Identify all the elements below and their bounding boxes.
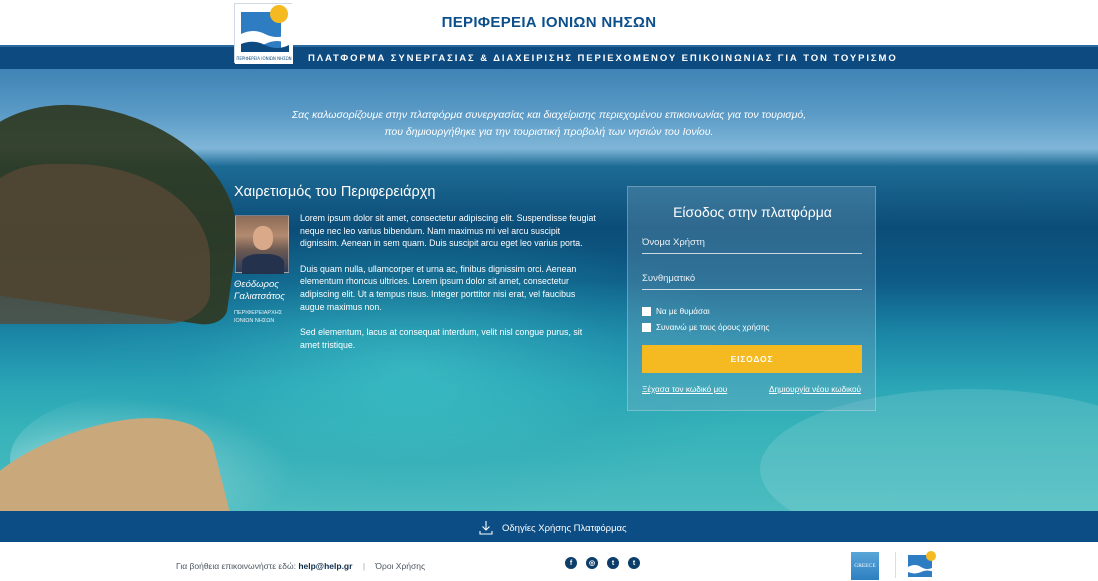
tumblr-icon[interactable]: t bbox=[628, 557, 640, 569]
forgot-password-link[interactable]: Ξέχασα τον κωδικό μου bbox=[642, 385, 727, 394]
instructions-bar: Οδηγίες Χρήσης Πλατφόρμας bbox=[0, 511, 1098, 542]
remember-me-checkbox[interactable] bbox=[642, 306, 651, 316]
password-input[interactable] bbox=[642, 268, 862, 289]
svg-text:ΠΕΡΙΦΕΡΕΙΑ ΙΟΝΙΩΝ ΝΗΣΩΝ: ΠΕΡΙΦΕΡΕΙΑ ΙΟΝΙΩΝ ΝΗΣΩΝ bbox=[236, 56, 291, 61]
facebook-icon[interactable]: f bbox=[565, 557, 577, 569]
login-title: Είσοδος στην πλατφόρμα bbox=[673, 204, 832, 220]
login-panel: Είσοδος στην πλατφόρμα Να με θυμάσαι Συν… bbox=[627, 186, 876, 411]
platform-subtitle-bar: ΠΛΑΤΦΟΡΜΑ ΣΥΝΕΡΓΑΣΙΑΣ & ΔΙΑΧΕΙΡΙΣΗΣ ΠΕΡΙ… bbox=[0, 45, 1098, 69]
region-logo-icon: ΠΕΡΙΦΕΡΕΙΑ ΙΟΝΙΩΝ ΝΗΣΩΝ bbox=[235, 4, 293, 64]
help-email-link[interactable]: help@help.gr bbox=[298, 561, 352, 571]
download-icon bbox=[479, 521, 493, 535]
instructions-label: Οδηγίες Χρήσης Πλατφόρμας bbox=[502, 522, 627, 534]
welcome-line-2: που δημιουργήθηκε για την τουριστική προ… bbox=[384, 126, 714, 138]
greece-badge[interactable]: GREECE bbox=[851, 552, 879, 580]
social-links: f ◎ t t bbox=[565, 557, 649, 569]
welcome-message: Σας καλωσορίζουμε στην πλατφόρμα συνεργα… bbox=[0, 107, 1098, 141]
governor-role: ΠΕΡΙΦΕΡΕΙΑΡΧΗΣ ΙΟΝΙΩΝ ΝΗΣΩΝ bbox=[234, 310, 283, 324]
greeting-title: Χαιρετισμός του Περιφερειάρχη bbox=[234, 184, 436, 200]
terms-link[interactable]: Όροι Χρήσης bbox=[375, 561, 425, 571]
username-input[interactable] bbox=[642, 232, 862, 253]
hero-section: Σας καλωσορίζουμε στην πλατφόρμα συνεργα… bbox=[0, 69, 1098, 511]
platform-subtitle: ΠΛΑΤΦΟΡΜΑ ΣΥΝΕΡΓΑΣΙΑΣ & ΔΙΑΧΕΙΡΙΣΗΣ ΠΕΡΙ… bbox=[308, 53, 898, 64]
footer-separator: | bbox=[362, 561, 366, 571]
help-contact: Για βοήθεια επικοινωνήστε εδώ: help@help… bbox=[176, 561, 425, 571]
remember-me-row[interactable]: Να με θυμάσαι bbox=[642, 305, 710, 317]
instructions-link[interactable]: Οδηγίες Χρήσης Πλατφόρμας bbox=[478, 520, 627, 536]
twitter-icon[interactable]: t bbox=[607, 557, 619, 569]
portrait-suit bbox=[242, 254, 284, 274]
create-new-code-link[interactable]: Δημιουργία νέου κωδικού bbox=[769, 385, 861, 394]
top-header: ΠΕΡΙΦΕΡΕΙΑ ΙΟΝΙΩΝ ΝΗΣΩΝ ΠΕΡΙΦΕΡΕΙΑ ΙΟΝΙΩ… bbox=[0, 0, 1098, 64]
greeting-body: Lorem ipsum dolor sit amet, consectetur … bbox=[300, 212, 596, 364]
login-button[interactable]: ΕΙΣΟΔΟΣ bbox=[642, 345, 862, 373]
greeting-paragraph: Lorem ipsum dolor sit amet, consectetur … bbox=[300, 213, 596, 249]
username-field-wrapper bbox=[642, 232, 862, 254]
remember-me-label: Να με θυμάσαι bbox=[656, 306, 710, 316]
governor-portrait bbox=[235, 215, 289, 274]
terms-consent-row[interactable]: Συναινώ με τους όρους χρήσης bbox=[642, 321, 769, 333]
region-logo[interactable]: ΠΕΡΙΦΕΡΕΙΑ ΙΟΝΙΩΝ ΝΗΣΩΝ bbox=[234, 3, 293, 64]
greeting-paragraph: Sed elementum, lacus at consequat interd… bbox=[300, 327, 583, 350]
region-logo-small-icon[interactable] bbox=[906, 550, 938, 580]
instagram-icon[interactable]: ◎ bbox=[586, 557, 598, 569]
terms-consent-checkbox[interactable] bbox=[642, 322, 651, 332]
terms-consent-label: Συναινώ με τους όρους χρήσης bbox=[656, 322, 770, 332]
region-title: ΠΕΡΙΦΕΡΕΙΑ ΙΟΝΙΩΝ ΝΗΣΩΝ bbox=[441, 14, 657, 31]
password-field-wrapper bbox=[642, 268, 862, 290]
help-text: Για βοήθεια επικοινωνήστε εδώ: bbox=[176, 561, 296, 571]
footer-divider bbox=[895, 552, 896, 578]
welcome-line-1: Σας καλωσορίζουμε στην πλατφόρμα συνεργα… bbox=[291, 109, 807, 121]
greeting-paragraph: Duis quam nulla, ullamcorper et urna ac,… bbox=[300, 263, 577, 312]
governor-name: Θεόδωρος Γαλιατσάτος bbox=[234, 279, 285, 302]
portrait-face bbox=[253, 226, 273, 250]
